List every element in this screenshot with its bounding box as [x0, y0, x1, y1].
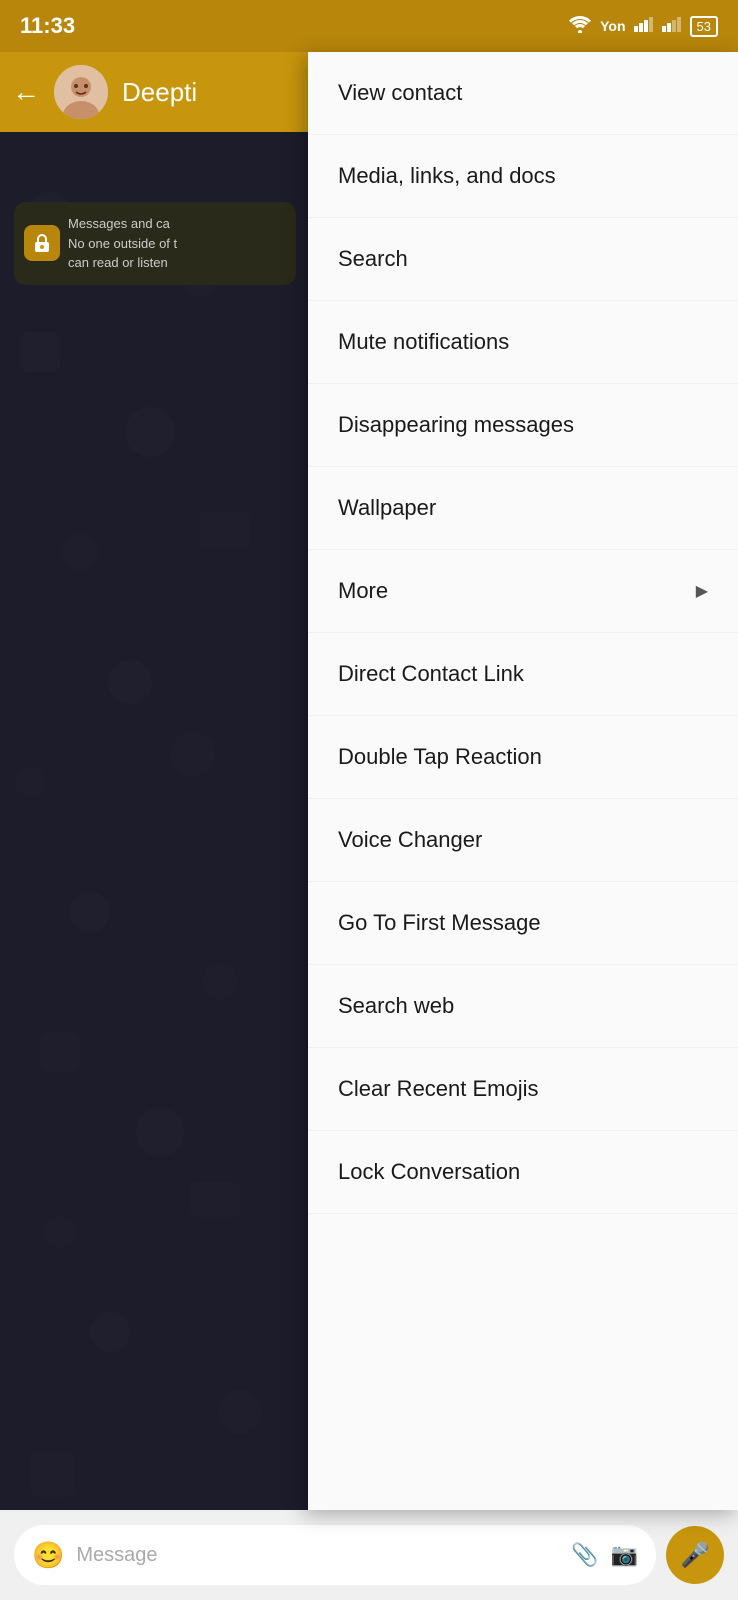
- menu-item-view-contact[interactable]: View contact: [308, 52, 738, 135]
- message-placeholder[interactable]: Message: [76, 1544, 559, 1567]
- menu-item-label-voice-changer: Voice Changer: [338, 827, 482, 853]
- status-bar: 11:33 Yon: [0, 0, 738, 52]
- menu-item-more[interactable]: More ▶: [308, 550, 738, 633]
- menu-item-lock-conversation[interactable]: Lock Conversation: [308, 1131, 738, 1214]
- menu-item-label-go-to-first-message: Go To First Message: [338, 910, 541, 936]
- chat-area: Messages and caNo one outside of tcan re…: [0, 132, 310, 1600]
- attach-button[interactable]: 📎: [571, 1542, 598, 1568]
- menu-item-voice-changer[interactable]: Voice Changer: [308, 799, 738, 882]
- chat-background-pattern: [0, 132, 310, 1600]
- menu-item-go-to-first-message[interactable]: Go To First Message: [308, 882, 738, 965]
- menu-item-label-clear-recent-emojis: Clear Recent Emojis: [338, 1076, 539, 1102]
- menu-item-direct-contact-link[interactable]: Direct Contact Link: [308, 633, 738, 716]
- emoji-button[interactable]: 😊: [32, 1540, 64, 1571]
- encryption-text: Messages and caNo one outside of tcan re…: [68, 214, 282, 273]
- menu-item-label-double-tap-reaction: Double Tap Reaction: [338, 744, 542, 770]
- signal-icon-1: Yon: [600, 18, 625, 34]
- menu-item-label-mute-notifications: Mute notifications: [338, 329, 509, 355]
- menu-item-wallpaper[interactable]: Wallpaper: [308, 467, 738, 550]
- signal-icon-3: [662, 16, 682, 37]
- menu-item-label-search: Search: [338, 246, 408, 272]
- signal-icon-2: [634, 16, 654, 37]
- menu-item-search-web[interactable]: Search web: [308, 965, 738, 1048]
- encryption-notice: Messages and caNo one outside of tcan re…: [14, 202, 296, 285]
- menu-items-list: View contact Media, links, and docs Search…: [308, 52, 738, 1214]
- menu-item-label-disappearing-messages: Disappearing messages: [338, 412, 574, 438]
- encryption-icon: [24, 225, 60, 261]
- menu-item-label-more: More: [338, 578, 388, 604]
- camera-button[interactable]: 📷: [611, 1542, 638, 1568]
- menu-item-label-direct-contact-link: Direct Contact Link: [338, 661, 524, 687]
- back-button[interactable]: ←: [12, 76, 40, 108]
- menu-item-label-view-contact: View contact: [338, 80, 462, 106]
- mic-button[interactable]: 🎤: [666, 1526, 724, 1584]
- menu-item-media-links-docs[interactable]: Media, links, and docs: [308, 135, 738, 218]
- status-time: 11:33: [20, 13, 75, 39]
- wifi-icon: [568, 15, 592, 38]
- avatar[interactable]: [54, 65, 108, 119]
- menu-item-double-tap-reaction[interactable]: Double Tap Reaction: [308, 716, 738, 799]
- menu-item-clear-recent-emojis[interactable]: Clear Recent Emojis: [308, 1048, 738, 1131]
- menu-item-label-media-links-docs: Media, links, and docs: [338, 163, 556, 189]
- message-input-container: 😊 Message 📎 📷: [14, 1525, 656, 1585]
- menu-item-mute-notifications[interactable]: Mute notifications: [308, 301, 738, 384]
- menu-item-label-search-web: Search web: [338, 993, 454, 1019]
- menu-item-search[interactable]: Search: [308, 218, 738, 301]
- battery-icon: 53: [690, 16, 718, 37]
- menu-item-arrow-more: ▶: [696, 581, 708, 601]
- menu-item-label-wallpaper: Wallpaper: [338, 495, 436, 521]
- status-icons: Yon 53: [568, 15, 718, 38]
- menu-item-label-lock-conversation: Lock Conversation: [338, 1159, 520, 1185]
- mic-icon: 🎤: [680, 1541, 710, 1570]
- input-bar: 😊 Message 📎 📷 🎤: [0, 1510, 738, 1600]
- menu-item-disappearing-messages[interactable]: Disappearing messages: [308, 384, 738, 467]
- context-menu: View contact Media, links, and docs Search…: [308, 52, 738, 1510]
